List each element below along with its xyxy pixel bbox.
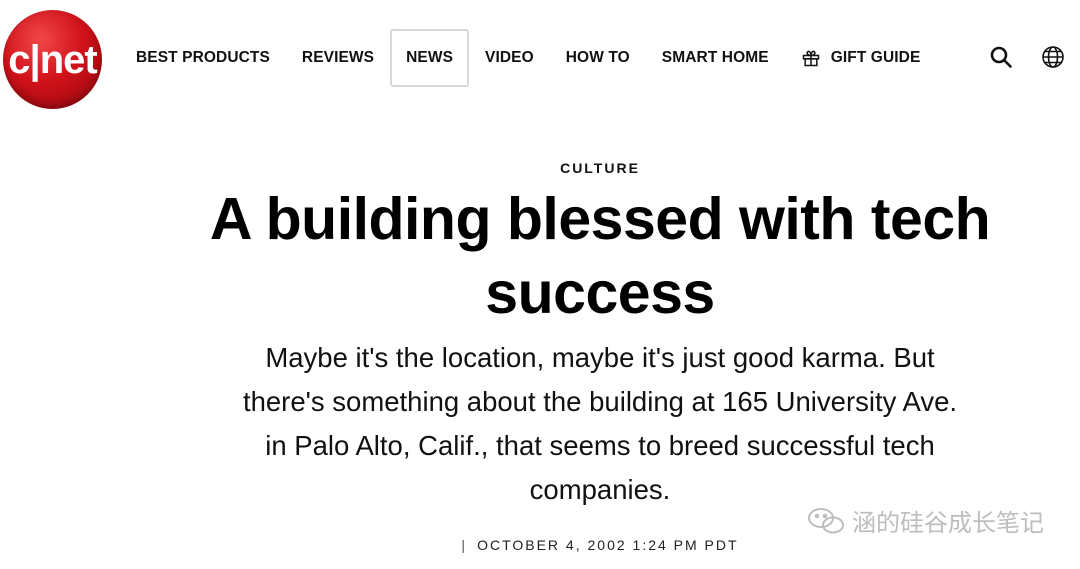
search-icon <box>990 46 1012 68</box>
publish-date: OCTOBER 4, 2002 1:24 PM PDT <box>477 537 739 553</box>
wechat-icon <box>808 507 844 533</box>
section-kicker[interactable]: CULTURE <box>120 160 1080 176</box>
nav-video[interactable]: VIDEO <box>469 29 550 87</box>
cnet-logo[interactable]: c|net <box>3 10 102 109</box>
headline-line-2: success <box>485 260 715 326</box>
search-button[interactable] <box>988 44 1014 70</box>
site-header: c|net BEST PRODUCTS REVIEWS NEWS VIDEO H… <box>0 0 1080 118</box>
deck-line: Maybe it's the location, maybe it's just… <box>265 342 935 373</box>
main-nav: BEST PRODUCTS REVIEWS NEWS VIDEO HOW TO … <box>120 29 936 87</box>
nav-how-to[interactable]: HOW TO <box>550 29 646 87</box>
header-actions <box>988 44 1066 70</box>
nav-reviews[interactable]: REVIEWS <box>286 29 390 87</box>
globe-icon <box>1042 46 1064 68</box>
watermark-text: 涵的硅谷成长笔记 <box>852 509 1044 537</box>
nav-gift-guide-label: GIFT GUIDE <box>830 49 921 66</box>
language-button[interactable] <box>1040 44 1066 70</box>
nav-news[interactable]: NEWS <box>390 29 470 87</box>
nav-gift-guide[interactable]: GIFT GUIDE <box>785 29 937 87</box>
deck-line: companies. <box>529 474 671 505</box>
watermark: 涵的硅谷成长笔记 <box>806 503 1044 538</box>
byline: | OCTOBER 4, 2002 1:24 PM PDT <box>120 537 1080 553</box>
article-headline: A building blessed with tech success <box>120 182 1080 330</box>
nav-best-products[interactable]: BEST PRODUCTS <box>120 29 286 87</box>
article-deck: Maybe it's the location, maybe it's just… <box>170 336 1030 512</box>
headline-line-1: A building blessed with tech <box>209 186 991 252</box>
logo-text: c|net <box>8 37 97 82</box>
byline-separator: | <box>461 537 468 553</box>
deck-line: in Palo Alto, Calif., that seems to bree… <box>265 430 935 461</box>
gift-icon <box>802 50 819 67</box>
nav-smart-home[interactable]: SMART HOME <box>646 29 785 87</box>
page: c|net BEST PRODUCTS REVIEWS NEWS VIDEO H… <box>0 0 1080 569</box>
deck-line: there's something about the building at … <box>242 386 958 417</box>
